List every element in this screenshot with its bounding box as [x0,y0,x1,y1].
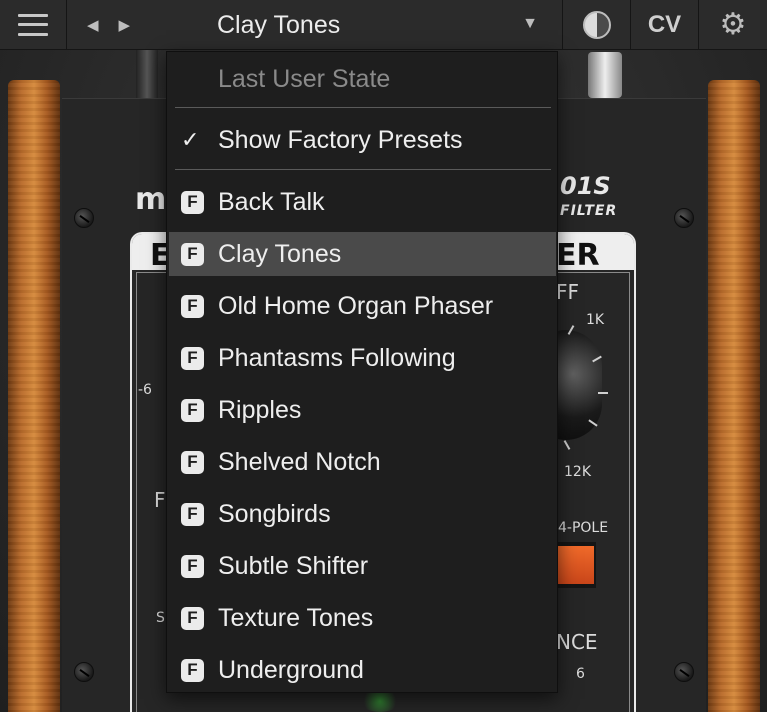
preset-selector[interactable]: ◀ ▶ Clay Tones ▼ [67,0,563,49]
factory-preset-icon: F [181,554,204,578]
led-indicator [360,690,400,712]
brand-label: m [135,182,167,217]
menu-item-label: Show Factory Presets [218,125,463,154]
checkmark-icon: ✓ [181,127,200,152]
factory-preset-icon: F [181,242,204,266]
preset-dropdown-menu: Last User State ✓ Show Factory Presets F… [166,51,558,693]
side-label-s: S [156,610,165,626]
preset-item[interactable]: F Subtle Shifter [167,544,557,588]
preset-item[interactable]: F Phantasms Following [167,336,557,380]
top-toolbar: ◀ ▶ Clay Tones ▼ CV ⚙ [0,0,767,50]
preset-item[interactable]: F Shelved Notch [167,440,557,484]
tick-1k-label: 1K [586,312,605,328]
preset-item-selected[interactable]: F Clay Tones [169,232,556,276]
screw-icon [74,208,94,228]
factory-preset-icon: F [181,502,204,526]
cutoff-label: FF [556,280,580,304]
preset-item-label: Back Talk [218,187,325,216]
factory-preset-icon: F [181,658,204,682]
tick-minus6-label: -6 [138,382,152,398]
previous-preset-icon[interactable]: ◀ [87,16,99,34]
tick-12k-label: 12K [564,464,591,480]
preset-item-label: Subtle Shifter [218,551,369,580]
screw-icon [74,662,94,682]
current-preset-name[interactable]: Clay Tones [217,11,340,40]
preset-item-label: Texture Tones [218,603,374,632]
preset-item-label: Phantasms Following [218,343,456,372]
gear-icon: ⚙ [719,8,747,41]
contrast-icon [582,10,611,39]
chevron-down-icon[interactable]: ▼ [522,15,538,33]
screw-icon [674,662,694,682]
menu-divider [175,169,551,170]
factory-preset-icon: F [181,450,204,474]
theme-toggle-button[interactable] [563,0,631,49]
preset-item-label: Old Home Organ Phaser [218,291,494,320]
preset-item[interactable]: F Ripples [167,388,557,432]
settings-button[interactable]: ⚙ [699,0,767,49]
factory-preset-icon: F [181,190,204,214]
wood-side-panel-left [8,80,60,712]
section-heading-right: ER [556,238,600,273]
menu-button[interactable] [0,0,67,49]
preset-item-label: Underground [218,655,364,684]
preset-item[interactable]: F Songbirds [167,492,557,536]
pole-label: 4-POLE [558,520,609,536]
hamburger-icon [18,13,48,36]
next-preset-icon[interactable]: ▶ [119,16,131,34]
factory-preset-icon: F [181,346,204,370]
preset-item[interactable]: F Old Home Organ Phaser [167,284,557,328]
cv-button[interactable]: CV [631,0,699,49]
knob-tick [598,392,608,394]
resonance-label: NCE [556,630,598,654]
wood-side-panel-right [708,80,760,712]
preset-item-label: Clay Tones [218,239,342,268]
menu-item-show-factory-presets[interactable]: ✓ Show Factory Presets [167,118,557,162]
model-label: 01S [560,172,611,200]
preset-item-label: Ripples [218,395,302,424]
tick-6-label: 6 [576,666,585,682]
preset-item[interactable]: F Back Talk [167,180,557,224]
screw-icon [674,208,694,228]
menu-item-last-user-state: Last User State [167,57,557,101]
factory-preset-icon: F [181,398,204,422]
menu-item-label: Last User State [218,64,391,93]
pole-switch[interactable] [556,542,596,588]
menu-divider [175,107,551,108]
preset-item-label: Shelved Notch [218,447,381,476]
factory-preset-icon: F [181,606,204,630]
factory-preset-icon: F [181,294,204,318]
side-label-f: F [154,488,166,512]
subtitle-label: FILTER [560,203,618,219]
preset-item-label: Songbirds [218,499,331,528]
preset-item[interactable]: F Texture Tones [167,596,557,640]
cable-jack-metal [588,52,622,98]
preset-item[interactable]: F Underground [167,648,557,692]
